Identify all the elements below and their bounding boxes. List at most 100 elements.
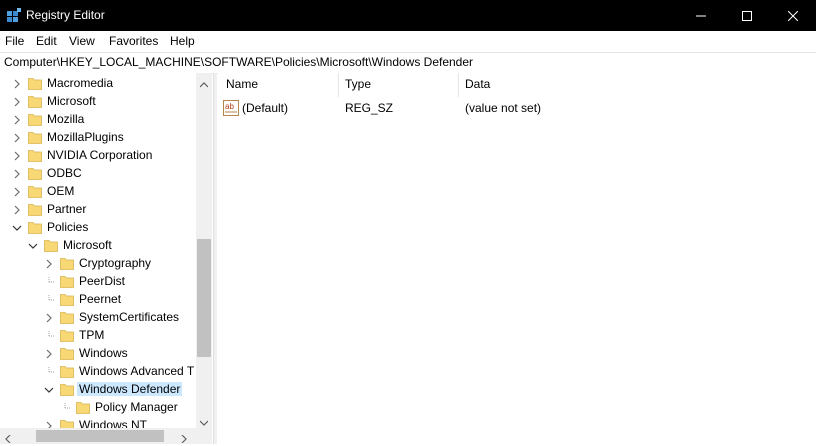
column-divider[interactable]	[338, 73, 339, 97]
tree-item-label: Microsoft	[63, 238, 112, 252]
address-bar[interactable]: Computer\HKEY_LOCAL_MACHINE\SOFTWARE\Pol…	[0, 52, 816, 74]
folder-icon	[60, 346, 74, 360]
chevron-right-icon[interactable]	[12, 150, 22, 161]
tree-item[interactable]: TPM	[0, 326, 196, 344]
tree-item[interactable]: Microsoft	[0, 92, 196, 110]
folder-icon	[60, 274, 74, 288]
tree-item-label: TPM	[79, 328, 105, 342]
tree-item-label: Windows Defender	[77, 382, 183, 396]
value-data: (value not set)	[465, 101, 542, 115]
tree-item-label: Windows Advanced T	[79, 364, 195, 378]
tree-item[interactable]: Partner	[0, 200, 196, 218]
maximize-button[interactable]	[724, 0, 770, 31]
folder-icon	[28, 166, 42, 180]
registry-icon	[6, 8, 22, 24]
tree-item[interactable]: Cryptography	[0, 254, 196, 272]
tree-connector	[44, 276, 54, 286]
menu-file[interactable]: File	[5, 34, 24, 48]
chevron-right-icon[interactable]	[12, 204, 22, 215]
tree-item-label: Microsoft	[47, 94, 96, 108]
chevron-right-icon[interactable]	[44, 348, 54, 359]
column-header-type[interactable]: Type	[345, 77, 371, 91]
folder-icon	[60, 310, 74, 324]
folder-icon	[60, 292, 74, 306]
folder-icon	[60, 328, 74, 342]
chevron-down-icon[interactable]	[44, 384, 54, 394]
tree-horizontal-scrollbar[interactable]	[0, 428, 212, 444]
window-title: Registry Editor	[26, 8, 105, 22]
tree-item-label: Macromedia	[47, 76, 114, 90]
tree-item[interactable]: Peernet	[0, 290, 196, 308]
tree-item-label: SystemCertificates	[79, 310, 180, 324]
maximize-icon	[742, 10, 752, 21]
column-header-data[interactable]: Data	[465, 77, 490, 91]
menu-help[interactable]: Help	[170, 34, 195, 48]
chevron-right-icon[interactable]	[12, 96, 22, 107]
tree-item[interactable]: OEM	[0, 182, 196, 200]
folder-icon	[28, 94, 42, 108]
folder-icon	[28, 112, 42, 126]
value-row[interactable]: ab (Default) REG_SZ (value not set)	[218, 99, 816, 117]
string-value-icon: ab	[223, 100, 239, 119]
folder-icon	[28, 76, 42, 90]
folder-icon	[28, 184, 42, 198]
tree-connector	[44, 330, 54, 340]
minimize-button[interactable]	[678, 0, 724, 31]
folder-icon	[60, 382, 74, 396]
folder-icon	[76, 400, 90, 414]
menu-view[interactable]: View	[69, 34, 95, 48]
tree-item[interactable]: Windows	[0, 344, 196, 362]
tree-item-label: PeerDist	[79, 274, 126, 288]
chevron-right-icon[interactable]	[12, 114, 22, 125]
address-path[interactable]: Computer\HKEY_LOCAL_MACHINE\SOFTWARE\Pol…	[4, 55, 473, 69]
svg-text:ab: ab	[225, 102, 234, 111]
tree-vertical-scroll-thumb[interactable]	[197, 239, 211, 357]
tree-item[interactable]: ODBC	[0, 164, 196, 182]
chevron-right-icon[interactable]	[12, 168, 22, 179]
pane-splitter[interactable]	[213, 73, 217, 444]
column-header-name[interactable]: Name	[226, 77, 258, 91]
chevron-right-icon[interactable]	[12, 78, 22, 89]
chevron-right-icon[interactable]	[44, 312, 54, 323]
menu-bar: File Edit View Favorites Help	[0, 31, 816, 51]
tree-item-label: Peernet	[79, 292, 122, 306]
menu-favorites[interactable]: Favorites	[109, 34, 158, 48]
value-name: (Default)	[242, 101, 289, 115]
folder-icon	[28, 148, 42, 162]
tree-item[interactable]: MozillaPlugins	[0, 128, 196, 146]
chevron-down-icon[interactable]	[28, 240, 38, 250]
tree-item-label: Windows	[79, 346, 128, 360]
tree-item-label: Mozilla	[47, 112, 85, 126]
tree-connector	[44, 294, 54, 304]
tree-item[interactable]: Macromedia	[0, 74, 196, 92]
tree-horizontal-scroll-thumb[interactable]	[36, 430, 164, 442]
tree-item[interactable]: Windows Advanced T	[0, 362, 196, 380]
registry-tree[interactable]: Macromedia Microsoft Mozilla MozillaPlugins…	[0, 73, 212, 431]
menu-edit[interactable]: Edit	[36, 34, 57, 48]
tree-item[interactable]: NVIDIA Corporation	[0, 146, 196, 164]
tree-item[interactable]: Policies	[0, 218, 196, 236]
column-divider[interactable]	[458, 73, 459, 97]
tree-item-label: Policy Manager	[95, 400, 178, 414]
folder-icon	[28, 220, 42, 234]
tree-item[interactable]: Windows Defender	[0, 380, 196, 398]
chevron-right-icon[interactable]	[44, 258, 54, 269]
close-icon	[788, 10, 798, 21]
title-bar: Registry Editor	[0, 0, 816, 31]
scroll-up-icon[interactable]	[199, 77, 209, 91]
tree-item[interactable]: PeerDist	[0, 272, 196, 290]
chevron-down-icon[interactable]	[12, 222, 22, 232]
tree-item[interactable]: Mozilla	[0, 110, 196, 128]
tree-item[interactable]: Policy Manager	[0, 398, 196, 416]
chevron-right-icon[interactable]	[12, 132, 22, 143]
scroll-down-icon[interactable]	[199, 415, 209, 429]
tree-item-label: Partner	[47, 202, 87, 216]
folder-icon	[28, 130, 42, 144]
tree-item-label: ODBC	[47, 166, 82, 180]
chevron-right-icon[interactable]	[12, 186, 22, 197]
close-button[interactable]	[770, 0, 816, 31]
values-list[interactable]: Name Type Data ab (Default) REG_SZ (valu…	[218, 73, 816, 444]
tree-item[interactable]: SystemCertificates	[0, 308, 196, 326]
tree-item[interactable]: Microsoft	[0, 236, 196, 254]
tree-vertical-scrollbar[interactable]	[196, 73, 212, 431]
